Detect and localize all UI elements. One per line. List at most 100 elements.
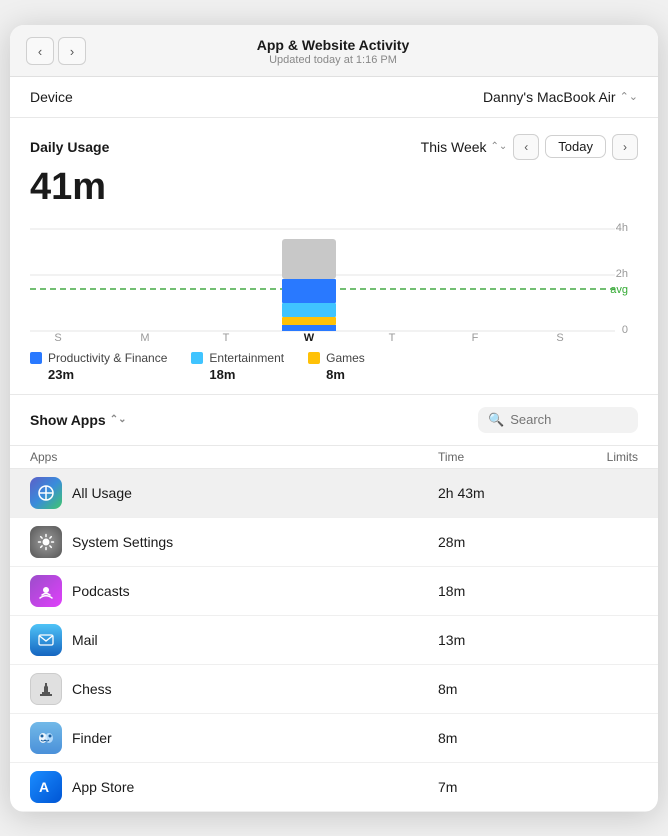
nav-buttons: ‹ › [26,37,86,65]
window-title: App & Website Activity [96,37,570,53]
app-icon-podcasts [30,575,62,607]
show-apps-label: Show Apps [30,412,106,428]
app-name-mail: Mail [72,632,98,648]
device-label: Device [30,89,73,105]
apps-header: Show Apps ⌃⌄ 🔍 [10,395,658,445]
legend-item-productivity: Productivity & Finance 23m [30,351,167,382]
app-time-podcasts: 18m [438,583,558,599]
app-icon-chess [30,673,62,705]
app-time-appstore: 7m [438,779,558,795]
app-cell-chess: Chess [30,673,438,705]
week-label: This Week [421,139,487,155]
main-window: ‹ › App & Website Activity Updated today… [10,25,658,812]
forward-button[interactable]: › [58,37,86,65]
usage-section: Daily Usage This Week ⌃⌄ ‹ Today › 41m [10,118,658,395]
table-row[interactable]: System Settings 28m [10,518,658,567]
usage-title: Daily Usage [30,139,109,155]
col-time: Time [438,450,558,464]
back-button[interactable]: ‹ [26,37,54,65]
legend-time-productivity: 23m [48,367,167,382]
device-chevron-icon: ⌃⌄ [620,90,638,103]
app-time-system-settings: 28m [438,534,558,550]
usage-amount: 41m [30,166,638,209]
app-cell-mail: Mail [30,624,438,656]
week-chevron-icon: ⌃⌄ [491,141,508,152]
app-icon-finder [30,722,62,754]
svg-text:M: M [140,332,149,341]
search-box[interactable]: 🔍 [478,407,638,433]
next-week-icon: › [623,140,627,154]
table-row[interactable]: Mail 13m [10,616,658,665]
svg-text:avg: avg [610,284,628,296]
app-cell-all-usage: All Usage [30,477,438,509]
svg-text:T: T [223,332,230,341]
app-name-appstore: App Store [72,779,134,795]
device-row: Device Danny's MacBook Air ⌃⌄ [10,77,658,118]
legend-time-entertainment: 18m [209,367,284,382]
col-apps: Apps [30,450,438,464]
app-time-mail: 13m [438,632,558,648]
today-button[interactable]: Today [545,135,606,158]
legend-time-games: 8m [326,367,365,382]
legend-dot-entertainment [191,352,203,364]
table-row[interactable]: A App Store 7m [10,763,658,812]
window-subtitle: Updated today at 1:16 PM [96,54,570,66]
svg-text:A: A [39,779,49,795]
legend-item-entertainment: Entertainment 18m [191,351,284,382]
bar-chart: 4h 2h 0 avg [30,221,638,341]
device-selector[interactable]: Danny's MacBook Air ⌃⌄ [483,89,638,105]
show-apps-button[interactable]: Show Apps ⌃⌄ [30,412,126,428]
app-name-chess: Chess [72,681,112,697]
table-row[interactable]: Podcasts 18m [10,567,658,616]
svg-text:T: T [389,332,396,341]
col-limits: Limits [558,450,638,464]
show-apps-chevron-icon: ⌃⌄ [110,414,127,425]
device-name: Danny's MacBook Air [483,89,616,105]
app-name-all-usage: All Usage [72,485,132,501]
app-icon-appstore: A [30,771,62,803]
table-row[interactable]: Finder 8m [10,714,658,763]
week-nav: This Week ⌃⌄ ‹ Today › [421,134,638,160]
chart-legend: Productivity & Finance 23m Entertainment… [30,351,638,382]
svg-text:0: 0 [622,324,628,336]
svg-text:2h: 2h [616,268,628,280]
svg-text:S: S [556,332,563,341]
legend-name-entertainment: Entertainment [209,351,284,365]
app-icon-system-settings [30,526,62,558]
title-info: App & Website Activity Updated today at … [96,37,570,66]
back-icon: ‹ [38,44,42,59]
app-icon-all-usage [30,477,62,509]
content-area: Device Danny's MacBook Air ⌃⌄ Daily Usag… [10,77,658,812]
prev-week-button[interactable]: ‹ [513,134,539,160]
next-week-button[interactable]: › [612,134,638,160]
app-cell-appstore: A App Store [30,771,438,803]
svg-text:W: W [304,332,315,341]
search-icon: 🔍 [488,412,504,428]
table-row[interactable]: Chess 8m [10,665,658,714]
app-name-podcasts: Podcasts [72,583,130,599]
app-cell-system-settings: System Settings [30,526,438,558]
app-name-finder: Finder [72,730,112,746]
table-row[interactable]: All Usage 2h 43m [10,469,658,518]
search-input[interactable] [510,412,628,427]
app-cell-podcasts: Podcasts [30,575,438,607]
legend-item-games: Games 8m [308,351,365,382]
svg-text:F: F [472,332,479,341]
app-icon-mail [30,624,62,656]
svg-text:S: S [54,332,61,341]
app-cell-finder: Finder [30,722,438,754]
app-time-all-usage: 2h 43m [438,485,558,501]
legend-dot-productivity [30,352,42,364]
prev-week-icon: ‹ [524,140,528,154]
forward-icon: › [70,44,74,59]
title-bar: ‹ › App & Website Activity Updated today… [10,25,658,77]
app-time-finder: 8m [438,730,558,746]
apps-section: Show Apps ⌃⌄ 🔍 Apps Time Limits [10,395,658,812]
legend-dot-games [308,352,320,364]
table-header: Apps Time Limits [10,445,658,469]
week-selector[interactable]: This Week ⌃⌄ [421,139,508,155]
app-time-chess: 8m [438,681,558,697]
app-name-system-settings: System Settings [72,534,173,550]
legend-name-productivity: Productivity & Finance [48,351,167,365]
svg-text:4h: 4h [616,222,628,234]
